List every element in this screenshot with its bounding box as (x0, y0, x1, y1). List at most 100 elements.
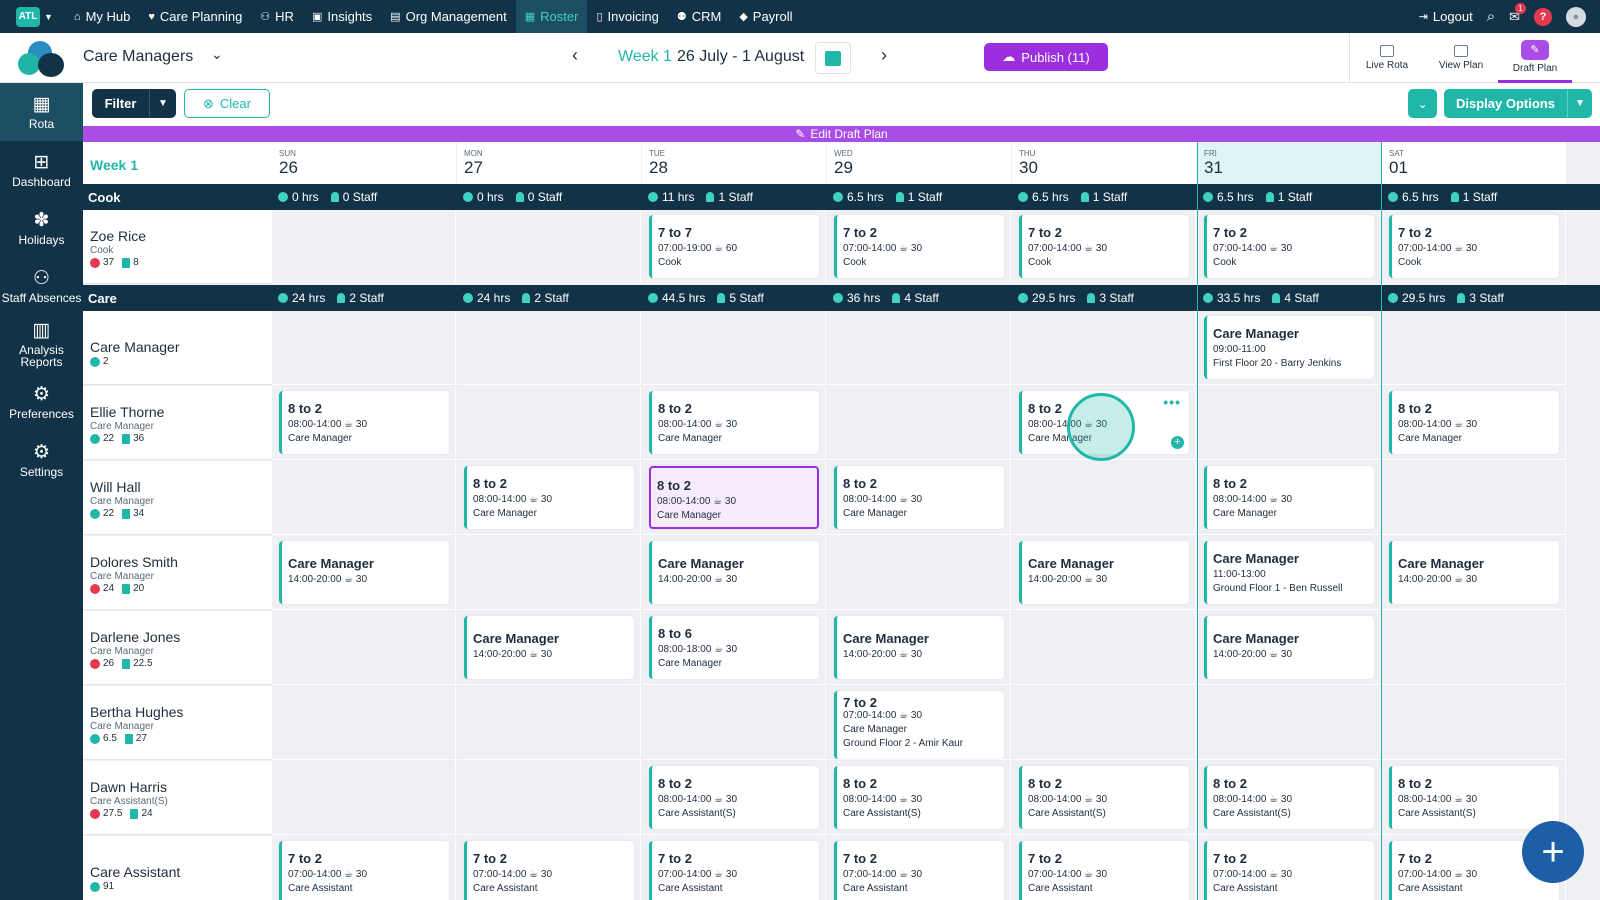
day-cell[interactable]: 7 to 7 07:00-19:00 ☕ 60 Cook (642, 210, 826, 284)
shift-card[interactable]: 8 to 2 08:00-14:00 ☕ 30 Care Manager (649, 391, 819, 454)
day-cell[interactable]: 7 to 2 07:00-14:00 ☕ 30 Care Assistant (1012, 836, 1196, 900)
help-icon[interactable]: ? (1534, 7, 1552, 26)
day-cell[interactable] (1382, 311, 1566, 385)
day-cell[interactable] (457, 311, 641, 385)
shift-card[interactable]: 7 to 2 07:00-14:00 ☕ 30 Cook (1204, 215, 1374, 278)
more-options-icon[interactable]: ••• (1163, 394, 1181, 410)
shift-card[interactable]: 8 to 2 08:00-14:00 ☕ 30 Care Manager (834, 466, 1004, 529)
shift-card[interactable]: 7 to 2 07:00-14:00 ☕ 30 Care Assistant (649, 841, 819, 900)
day-cell[interactable] (272, 611, 456, 685)
add-shift-button[interactable]: + (1522, 821, 1584, 883)
publish-button[interactable]: ☁ Publish (11) (984, 43, 1108, 71)
day-cell[interactable]: Care Manager 14:00-20:00 ☕ 30 (1197, 611, 1381, 685)
staff-name-cell[interactable]: Darlene Jones Care Manager 26 22.5 (83, 611, 272, 685)
shift-card[interactable]: 8 to 2 08:00-14:00 ☕ 30 Care Manager (1389, 391, 1559, 454)
shift-card[interactable]: Care Manager 11:00-13:00 Ground Floor 1 - … (1204, 541, 1374, 604)
nav-hr[interactable]: ⚇ HR (251, 0, 303, 33)
shift-card[interactable]: 7 to 2 07:00-14:00 ☕ 30 Cook (834, 215, 1004, 278)
day-cell[interactable] (457, 686, 641, 760)
shift-card[interactable]: 8 to 2 08:00-14:00 ☕ 30 Care Assistant(S) (1019, 766, 1189, 829)
staff-name-cell[interactable]: Ellie Thorne Care Manager 22 36 (83, 386, 272, 460)
shift-card[interactable]: Care Manager 09:00-11:00 First Floor 20 - … (1204, 316, 1374, 379)
day-cell[interactable]: 8 to 6 08:00-18:00 ☕ 30 Care Manager (642, 611, 826, 685)
day-cell[interactable]: 7 to 2 07:00-14:00 ☕ 30 Care Assistant (457, 836, 641, 900)
day-cell[interactable]: 8 to 2 08:00-14:00 ☕ 30 Care Assistant(S) (1012, 761, 1196, 835)
day-cell[interactable]: Care Manager 14:00-20:00 ☕ 30 (272, 536, 456, 610)
nav-org-management[interactable]: ▤ Org Management (381, 0, 516, 33)
shift-card[interactable]: 7 to 2 07:00-14:00 ☕ 30 Care Assistant (834, 841, 1004, 900)
shift-card[interactable]: Care Manager 14:00-20:00 ☕ 30 (279, 541, 449, 604)
day-cell[interactable] (457, 210, 641, 284)
nav-roster[interactable]: ▦ Roster (515, 0, 588, 33)
logout-link[interactable]: ⇥ Logout (1419, 0, 1473, 33)
day-cell[interactable] (272, 210, 456, 284)
add-icon[interactable]: + (1171, 436, 1184, 449)
shift-card[interactable]: 8 to 2 08:00-14:00 ☕ 30 Care Manager (464, 466, 634, 529)
shift-card[interactable]: 8 to 2 08:00-14:00 ☕ 30 Care Assistant(S) (1389, 766, 1559, 829)
shift-card[interactable]: 7 to 7 07:00-19:00 ☕ 60 Cook (649, 215, 819, 278)
next-week-button[interactable]: › (881, 45, 887, 66)
day-cell[interactable]: 8 to 2 08:00-14:00 ☕ 30 Care Assistant(S) (827, 761, 1011, 835)
section-header-care[interactable]: Care 24 hrs 2 Staff 24 hrs 2 Staff 44.5 hrs 5 … (83, 285, 1600, 311)
previous-week-button[interactable]: ‹ (572, 45, 578, 66)
shift-card[interactable]: Care Manager 14:00-20:00 ☕ 30 (464, 616, 634, 679)
collapse-toggle-button[interactable]: ⌄ (1408, 89, 1437, 118)
day-cell[interactable]: 7 to 2 07:00-14:00 ☕ 30 Cook (1382, 210, 1566, 284)
nav-invoicing[interactable]: ▯ Invoicing (587, 0, 667, 33)
day-cell[interactable] (272, 461, 456, 535)
shift-card[interactable]: Care Manager 14:00-20:00 ☕ 30 (1019, 541, 1189, 604)
clear-button[interactable]: ⊗ Clear (184, 89, 270, 118)
shift-card[interactable]: 7 to 2 07:00-14:00 ☕ 30 Care Assistant (1204, 841, 1374, 900)
chevron-down-icon[interactable]: ▼ (1568, 89, 1592, 118)
day-cell[interactable]: 7 to 2 07:00-14:00 ☕ 30 Care Assistant (272, 836, 456, 900)
day-cell[interactable]: 8 to 2 08:00-14:00 ☕ 30 Care Manager (272, 386, 456, 460)
nav-payroll[interactable]: ◆ Payroll (730, 0, 801, 33)
shift-card[interactable]: 7 to 2 07:00-14:00 ☕ 30 Care Manager Ground… (834, 691, 1004, 759)
day-cell[interactable] (642, 686, 826, 760)
tab-draft-plan[interactable]: ✎ Draft Plan (1498, 33, 1572, 83)
filter-button[interactable]: Filter ▼ (92, 89, 176, 118)
staff-name-cell[interactable]: Care Manager 2 (83, 311, 272, 385)
day-cell[interactable] (1382, 611, 1566, 685)
day-cell[interactable]: 8 to 2 08:00-14:00 ☕ 30 Care Assistant(S) (642, 761, 826, 835)
day-cell[interactable] (1197, 686, 1381, 760)
day-cell[interactable] (272, 311, 456, 385)
shift-card[interactable]: 8 to 2 08:00-14:00 ☕ 30 Care Assistant(S) (834, 766, 1004, 829)
day-cell[interactable]: 7 to 2 07:00-14:00 ☕ 30 Care Manager Ground… (827, 686, 1011, 760)
nav-insights[interactable]: ▣ Insights (303, 0, 381, 33)
shift-card[interactable]: 8 to 2 08:00-14:00 ☕ 30 Care Manager (649, 466, 819, 529)
day-cell[interactable]: Care Manager 14:00-20:00 ☕ 30 (457, 611, 641, 685)
sidebar-item-settings[interactable]: ⚙ Settings (0, 431, 83, 489)
sidebar-item-rota[interactable]: ▦ Rota (0, 83, 83, 141)
shift-card[interactable]: Care Manager 14:00-20:00 ☕ 30 (834, 616, 1004, 679)
nav-crm[interactable]: ⚉ CRM (668, 0, 730, 33)
tab-view-plan[interactable]: View Plan (1424, 33, 1498, 83)
shift-card[interactable]: 7 to 2 07:00-14:00 ☕ 30 Care Assistant (279, 841, 449, 900)
shift-card[interactable]: 8 to 2 08:00-14:00 ☕ 30 Care Assistant(S) (1204, 766, 1374, 829)
day-cell[interactable] (1012, 611, 1196, 685)
day-cell[interactable]: 8 to 2 08:00-14:00 ☕ 30 Care Manager (642, 386, 826, 460)
chevron-down-icon[interactable]: ▼ (44, 12, 53, 22)
day-cell[interactable]: Care Manager 11:00-13:00 Ground Floor 1 - … (1197, 536, 1381, 610)
day-cell[interactable]: Care Manager 14:00-20:00 ☕ 30 (642, 536, 826, 610)
day-cell[interactable]: Care Manager 14:00-20:00 ☕ 30 (1382, 536, 1566, 610)
sidebar-item-dashboard[interactable]: ⊞ Dashboard (0, 141, 83, 199)
org-logo-badge[interactable]: ATL (16, 6, 40, 27)
day-cell[interactable] (457, 536, 641, 610)
shift-card[interactable]: 7 to 2 07:00-14:00 ☕ 30 Care Assistant (464, 841, 634, 900)
shift-card[interactable]: 8 to 2 08:00-14:00 ☕ 30 Care Manager (279, 391, 449, 454)
day-cell[interactable] (1012, 461, 1196, 535)
calendar-picker-button[interactable] (815, 42, 851, 74)
sidebar-item-holidays[interactable]: ✽ Holidays (0, 199, 83, 257)
staff-name-cell[interactable]: Zoe Rice Cook 37 8 (83, 210, 272, 284)
tab-live-rota[interactable]: Live Rota (1350, 33, 1424, 83)
day-cell[interactable]: 7 to 2 07:00-14:00 ☕ 30 Care Assistant (642, 836, 826, 900)
day-cell[interactable] (457, 386, 641, 460)
day-cell[interactable]: 7 to 2 07:00-14:00 ☕ 30 Cook (827, 210, 1011, 284)
day-cell[interactable] (827, 311, 1011, 385)
day-cell[interactable]: 8 to 2 08:00-14:00 ☕ 30 Care Manager (827, 461, 1011, 535)
day-cell[interactable]: 8 to 2 08:00-14:00 ☕ 30 Care Manager (1382, 386, 1566, 460)
mail-icon[interactable]: ✉ 1 (1509, 2, 1526, 25)
sidebar-item-analysis-reports[interactable]: ▥ Analysis Reports (0, 315, 83, 373)
day-cell[interactable]: 8 to 2 08:00-14:00 ☕ 30 Care Assistant(S) (1197, 761, 1381, 835)
